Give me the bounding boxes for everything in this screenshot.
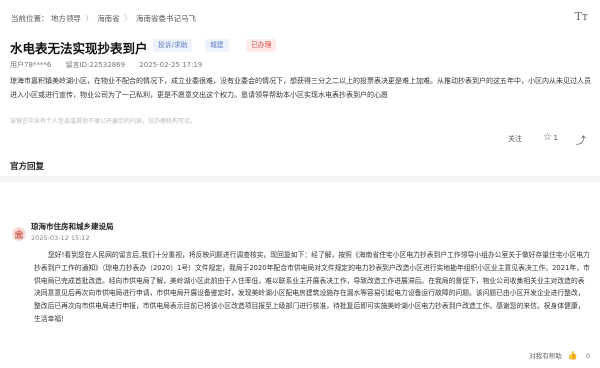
page: 当前位置： 地方领导 〉 海南省 〉 海南省委书记马飞 Tт 水电表无法实现抄表…: [0, 0, 600, 368]
post-card: 水电表无法实现抄表到户 投诉/求助 城建 已办理 用户78****6 留言ID:…: [0, 30, 600, 155]
follow-button[interactable]: 关注: [508, 134, 522, 144]
post-user: 用户78****6: [10, 61, 52, 69]
breadcrumb-item-province[interactable]: 海南省: [97, 14, 120, 23]
tag-domain: 城建: [205, 39, 229, 52]
breadcrumb-item-leaders[interactable]: 地方领导: [51, 14, 81, 23]
breadcrumb-separator: 〉: [124, 14, 132, 23]
helpful-label: 对我有帮助: [529, 352, 562, 360]
reply-content: 您好!看到您在人民网的留言后,我们十分重视，将反映问题进行调查核实。现回复如下：…: [34, 251, 590, 323]
reply-section-header: 官方回复: [0, 152, 600, 176]
government-building-icon: 🏛: [12, 227, 26, 241]
reply-section-title: 官方回复: [10, 162, 45, 172]
breadcrumb-separator: 〉: [85, 14, 93, 23]
helpful-count: 0: [585, 352, 590, 360]
status-badge: 已办理: [246, 39, 277, 52]
breadcrumb-item-current[interactable]: 海南省委书记马飞: [136, 14, 196, 23]
privacy-disclaimer: 该留言中含有个人信息或其他不便公开展示的内容，仅办理机构可见。: [10, 118, 197, 125]
post-content: 琼海市嘉积镇美岭湖小区，在物业不配合的情况下，成立业委很难，没有业委会的情况下，…: [10, 77, 591, 99]
star-icon[interactable]: ☆: [543, 132, 552, 143]
reply-time: 2025-03-12 15:12: [31, 234, 90, 242]
share-icon[interactable]: ⤴: [576, 132, 586, 147]
reply-org-name[interactable]: 琼海市住房和城乡建设局: [31, 221, 114, 232]
like-count: 1: [553, 134, 558, 142]
post-meta: 用户78****6 留言ID:22532869 2025-02-25 17:19: [10, 60, 214, 70]
thumbs-up-icon[interactable]: 👍: [568, 351, 578, 360]
font-size-icon[interactable]: Tт: [575, 10, 588, 23]
post-date: 2025-02-25 17:19: [139, 61, 203, 69]
page-title: 水电表无法实现抄表到户: [10, 41, 148, 56]
tag-category: 投诉/求助: [153, 39, 193, 52]
helpful-button[interactable]: 对我有帮助 👍 0: [529, 350, 590, 360]
breadcrumb-prefix: 当前位置：: [11, 14, 49, 23]
reply-card: [0, 182, 600, 207]
breadcrumb: 当前位置： 地方领导 〉 海南省 〉 海南省委书记马飞: [11, 13, 196, 24]
post-number: 留言ID:22532869: [65, 61, 126, 69]
